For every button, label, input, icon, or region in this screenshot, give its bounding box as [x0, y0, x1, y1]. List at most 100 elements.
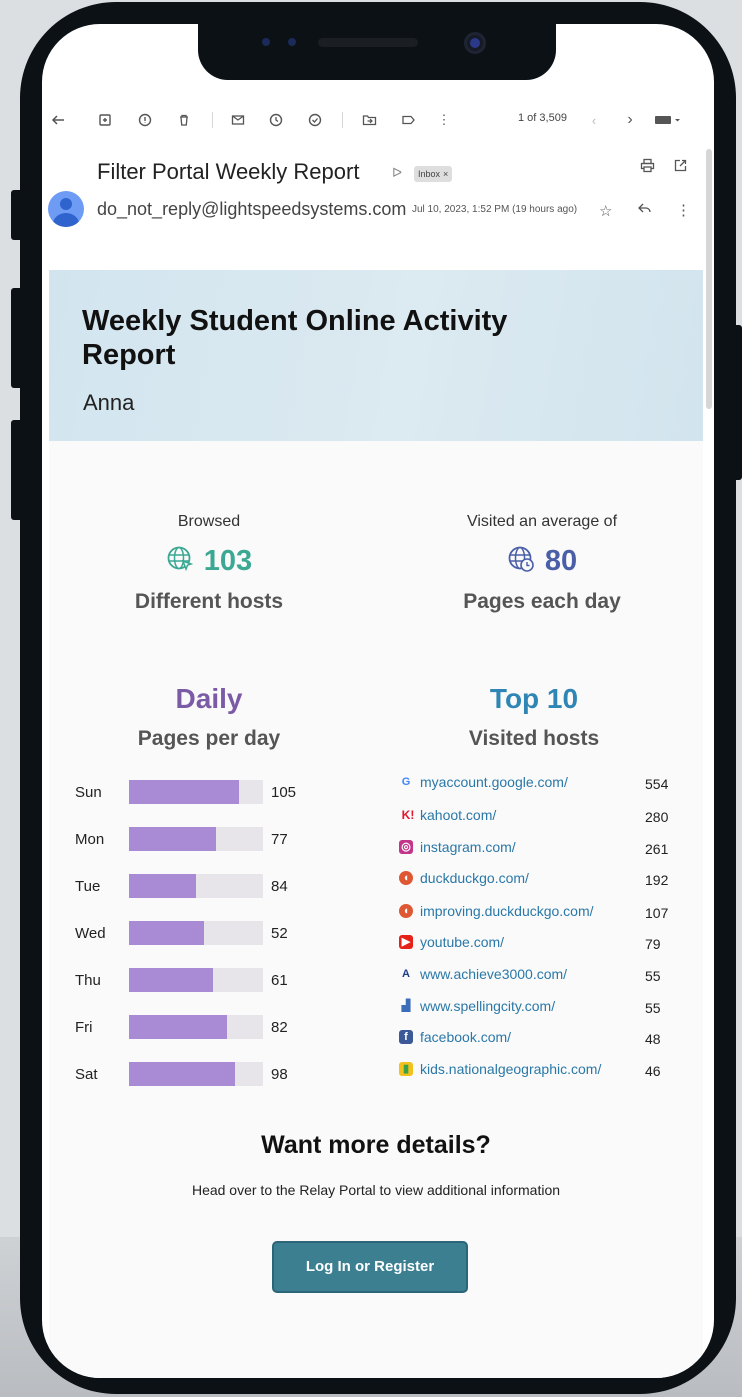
sender-avatar[interactable] [48, 191, 84, 227]
host-link[interactable]: myaccount.google.com/ [420, 774, 568, 790]
host-count: 554 [645, 776, 669, 792]
more-vert-icon[interactable]: ⋮ [432, 104, 456, 136]
move-to-icon[interactable] [357, 104, 381, 136]
globe-cursor-icon [166, 545, 194, 578]
day-bar-track [129, 1062, 263, 1086]
youtube-icon: ▶ [399, 935, 413, 949]
spellingcity-icon: ▟ [401, 1000, 411, 1012]
host-row[interactable]: ◎ instagram.com/261 [399, 838, 679, 860]
day-row-tue: Tue 84 [75, 874, 335, 900]
pages-stat-value-row: 80 [437, 545, 647, 578]
duckduckgo-icon: ◖ [399, 904, 413, 918]
day-value: 84 [271, 878, 288, 895]
globe-clock-icon [507, 545, 535, 578]
day-bar-track [129, 874, 263, 898]
host-count: 46 [645, 1063, 661, 1079]
host-link[interactable]: facebook.com/ [420, 1029, 511, 1045]
label-icon[interactable] [396, 104, 420, 136]
scrollbar[interactable] [706, 149, 712, 409]
sensor-dot [262, 38, 270, 46]
instagram-icon: ◎ [399, 840, 413, 854]
daily-subtitle: Pages per day [137, 727, 281, 750]
login-register-button[interactable]: Log In or Register [272, 1241, 468, 1293]
archive-icon[interactable] [93, 104, 117, 136]
host-link[interactable]: duckduckgo.com/ [420, 870, 529, 886]
snooze-icon[interactable] [264, 104, 288, 136]
importance-marker-icon[interactable]: ᐅ [392, 165, 402, 181]
host-count: 79 [645, 936, 661, 952]
avatar-head [60, 198, 72, 210]
mark-unread-icon[interactable] [226, 104, 250, 136]
day-label: Wed [75, 925, 106, 942]
host-link[interactable]: www.spellingcity.com/ [420, 998, 555, 1014]
top10-title: Top 10 [489, 683, 579, 714]
hosts-stat-value: 103 [203, 545, 253, 577]
day-bar-track [129, 1015, 263, 1039]
day-bar-fill [129, 968, 214, 992]
day-bar-track [129, 921, 263, 945]
host-count: 261 [645, 841, 669, 857]
duckduckgo-icon: ◖ [399, 871, 413, 885]
front-camera [464, 32, 486, 54]
day-bar-fill [129, 780, 239, 804]
day-row-fri: Fri 82 [75, 1015, 335, 1041]
hosts-stat-pre: Browsed [177, 513, 241, 530]
star-icon[interactable]: ☆ [599, 202, 612, 220]
day-value: 77 [271, 831, 288, 848]
print-icon[interactable] [640, 158, 655, 177]
toolbar-divider [342, 112, 343, 128]
delete-icon[interactable] [172, 104, 196, 136]
email-date: Jul 10, 2023, 1:52 PM (19 hours ago) [412, 204, 578, 215]
achieve3000-icon: A [402, 968, 410, 980]
add-task-icon[interactable] [303, 104, 327, 136]
sensor-dot [288, 38, 296, 46]
host-count: 280 [645, 809, 669, 825]
sender-email[interactable]: do_not_reply@lightspeedsystems.com [97, 199, 406, 220]
volume-up-button [11, 288, 23, 388]
inbox-label-chip[interactable]: Inbox × [414, 166, 453, 182]
back-arrow-icon[interactable] [46, 104, 70, 136]
open-new-window-icon[interactable] [673, 158, 688, 177]
host-count: 192 [645, 872, 669, 888]
reply-icon[interactable] [637, 201, 652, 219]
host-row[interactable]: ◖ duckduckgo.com/192 [399, 869, 679, 891]
kahoot-icon: K! [401, 808, 415, 822]
remove-label-icon[interactable]: × [443, 169, 448, 179]
host-row[interactable]: Gmyaccount.google.com/554 [399, 773, 679, 795]
host-link[interactable]: instagram.com/ [420, 839, 516, 855]
host-link[interactable]: improving.duckduckgo.com/ [420, 903, 594, 919]
host-link[interactable]: www.achieve3000.com/ [420, 966, 567, 982]
day-label: Thu [75, 972, 101, 989]
host-row[interactable]: ◖ improving.duckduckgo.com/107 [399, 902, 679, 924]
next-icon[interactable]: › [618, 104, 642, 136]
day-bar-fill [129, 921, 205, 945]
host-link[interactable]: kahoot.com/ [420, 807, 496, 823]
host-row[interactable]: ▮ kids.nationalgeographic.com/46 [399, 1060, 679, 1082]
day-row-sat: Sat 98 [75, 1062, 335, 1088]
power-button [733, 325, 742, 480]
pages-stat-caption: Pages each day [463, 590, 621, 613]
day-label: Sat [75, 1066, 98, 1083]
daily-title: Daily [175, 683, 243, 714]
host-link[interactable]: kids.nationalgeographic.com/ [420, 1061, 601, 1077]
keyboard-icon[interactable] [650, 104, 686, 136]
day-bar-track [129, 780, 263, 804]
day-bar-fill [129, 1015, 227, 1039]
more-options-icon[interactable]: ⋮ [676, 201, 691, 219]
host-row[interactable]: Awww.achieve3000.com/55 [399, 965, 679, 987]
host-count: 55 [645, 1000, 661, 1016]
host-row[interactable]: ▟ www.spellingcity.com/55 [399, 997, 679, 1019]
day-value: 61 [271, 972, 288, 989]
day-bar-track [129, 968, 263, 992]
host-row[interactable]: K! kahoot.com/280 [399, 806, 679, 828]
student-name: Anna [83, 390, 135, 415]
host-row[interactable]: f facebook.com/48 [399, 1028, 679, 1050]
report-spam-icon[interactable] [133, 104, 157, 136]
toolbar-divider [212, 112, 213, 128]
host-row[interactable]: ▶ youtube.com/79 [399, 933, 679, 955]
host-link[interactable]: youtube.com/ [420, 934, 504, 950]
pager-count: 1 of 3,509 [518, 112, 567, 124]
day-label: Sun [75, 784, 102, 801]
day-bar-track [129, 827, 263, 851]
prev-icon[interactable]: ‹ [582, 104, 606, 136]
